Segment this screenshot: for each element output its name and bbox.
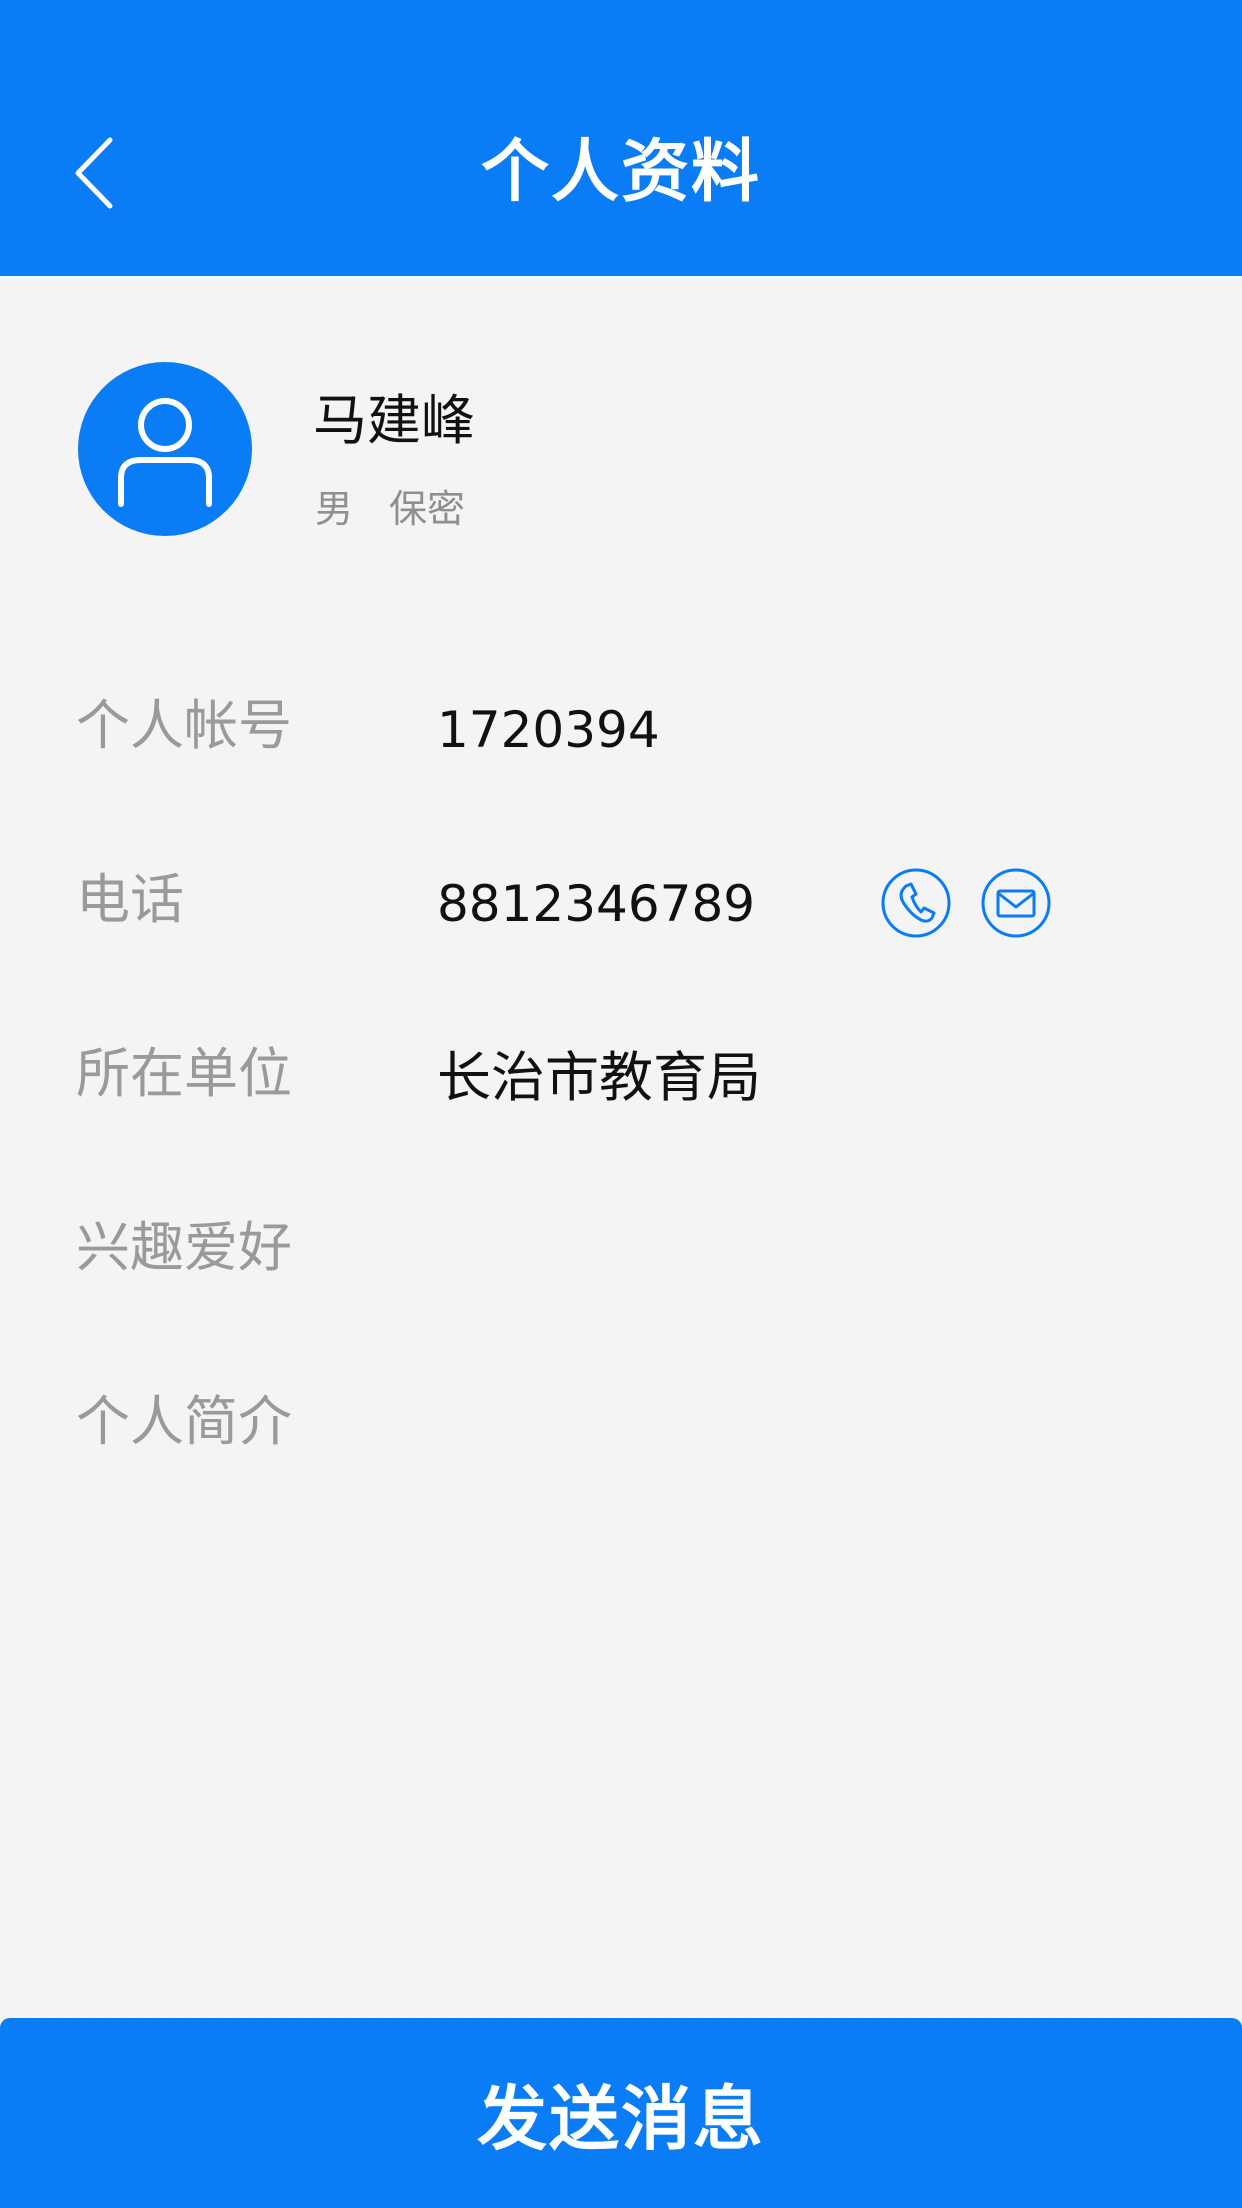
field-label: 所在单位	[76, 1042, 292, 1105]
field-label: 个人简介	[76, 1390, 292, 1453]
send-message-button[interactable]: 发送消息	[0, 2018, 1242, 2208]
field-value: 1720394	[437, 701, 660, 759]
field-organization: 所在单位 长治市教育局	[0, 1029, 1242, 1129]
mail-icon	[981, 868, 1051, 938]
call-button[interactable]	[880, 867, 952, 939]
field-phone: 电话 8812346789	[0, 855, 1242, 955]
avatar	[78, 362, 252, 536]
field-label: 兴趣爱好	[76, 1216, 292, 1279]
sms-button[interactable]	[980, 867, 1052, 939]
field-value: 长治市教育局	[437, 1046, 761, 1109]
user-meta: 男保密	[315, 484, 465, 534]
field-label: 个人帐号	[76, 694, 292, 757]
phone-icon	[881, 868, 951, 938]
profile-summary: 马建峰 男保密	[0, 276, 1242, 606]
privacy-text: 保密	[389, 487, 466, 531]
user-avatar-icon	[118, 398, 212, 507]
field-hobbies: 兴趣爱好	[0, 1203, 1242, 1303]
field-label: 电话	[76, 868, 184, 931]
field-value: 8812346789	[437, 875, 756, 933]
gender-text: 男	[315, 487, 354, 531]
app-header: 个人资料	[0, 0, 1242, 276]
field-account: 个人帐号 1720394	[0, 681, 1242, 781]
field-bio: 个人简介	[0, 1377, 1242, 1477]
user-name: 马建峰	[313, 389, 475, 452]
page-title: 个人资料	[480, 133, 761, 212]
